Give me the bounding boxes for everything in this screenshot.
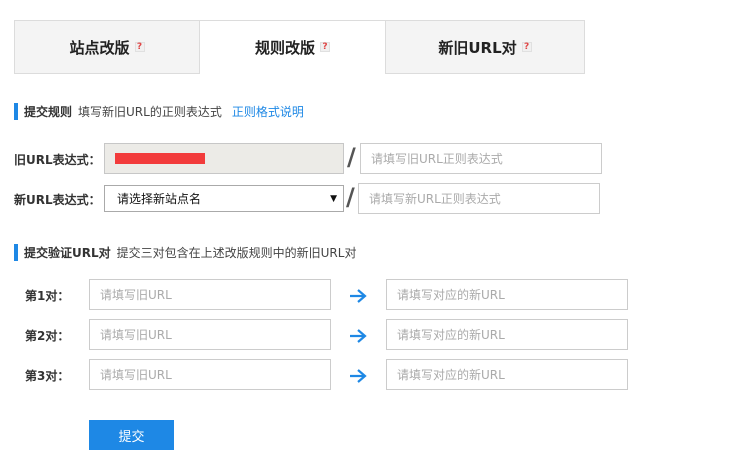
- tab-label: 站点改版: [69, 38, 130, 57]
- old-url-input[interactable]: 请填写旧URL: [89, 279, 331, 310]
- regex-help-link[interactable]: 正则格式说明: [232, 103, 304, 120]
- old-url-label: 旧URL表达式：: [14, 153, 101, 167]
- select-value: 请选择新站点名: [117, 192, 202, 206]
- pair-label: 第3对：: [25, 369, 70, 383]
- tab-label: 规则改版: [254, 38, 315, 57]
- separator-slash: /: [346, 183, 355, 211]
- old-url-input[interactable]: 请填写旧URL: [89, 359, 331, 390]
- tab-site-revision[interactable]: 站点改版 ?: [14, 20, 200, 74]
- separator-slash: /: [347, 143, 356, 171]
- new-url-input[interactable]: 请填写对应的新URL: [386, 319, 628, 350]
- redacted-value: [115, 153, 205, 164]
- old-url-regex-input[interactable]: 请填写旧URL正则表达式: [360, 143, 602, 174]
- section-description: 提交三对包含在上述改版规则中的新旧URL对: [116, 245, 357, 260]
- old-url-site-field: [104, 143, 344, 174]
- help-icon[interactable]: ?: [521, 42, 532, 52]
- old-url-input[interactable]: 请填写旧URL: [89, 319, 331, 350]
- dropdown-caret-icon: ▼: [330, 193, 337, 204]
- new-url-label: 新URL表达式：: [14, 193, 101, 207]
- verify-section-header: 提交验证URL对 提交三对包含在上述改版规则中的新旧URL对: [14, 243, 366, 261]
- section-title: 提交规则: [24, 104, 73, 119]
- section-marker: [14, 102, 18, 120]
- tab-label: 新旧URL对: [438, 38, 517, 57]
- new-url-input[interactable]: 请填写对应的新URL: [386, 279, 628, 310]
- submit-button[interactable]: 提交: [89, 420, 174, 450]
- new-url-input[interactable]: 请填写对应的新URL: [386, 359, 628, 390]
- section-marker: [14, 243, 18, 261]
- arrow-right-icon: [350, 329, 367, 343]
- tab-rule-revision[interactable]: 规则改版 ?: [200, 20, 385, 74]
- section-description: 填写新旧URL的正则表达式: [78, 104, 222, 119]
- rule-section-header: 提交规则 填写新旧URL的正则表达式 正则格式说明: [14, 102, 304, 120]
- tab-bar: 站点改版 ? 规则改版 ? 新旧URL对 ?: [14, 20, 585, 74]
- pair-label: 第1对：: [25, 289, 70, 303]
- section-title: 提交验证URL对: [24, 245, 111, 260]
- arrow-right-icon: [350, 369, 367, 383]
- tab-url-pairs[interactable]: 新旧URL对 ?: [385, 20, 585, 74]
- help-icon[interactable]: ?: [134, 42, 145, 52]
- arrow-right-icon: [350, 289, 367, 303]
- new-url-regex-input[interactable]: 请填写新URL正则表达式: [358, 183, 600, 214]
- help-icon[interactable]: ?: [320, 42, 330, 52]
- pair-label: 第2对：: [25, 329, 70, 343]
- new-site-select[interactable]: 请选择新站点名 ▼: [104, 185, 344, 212]
